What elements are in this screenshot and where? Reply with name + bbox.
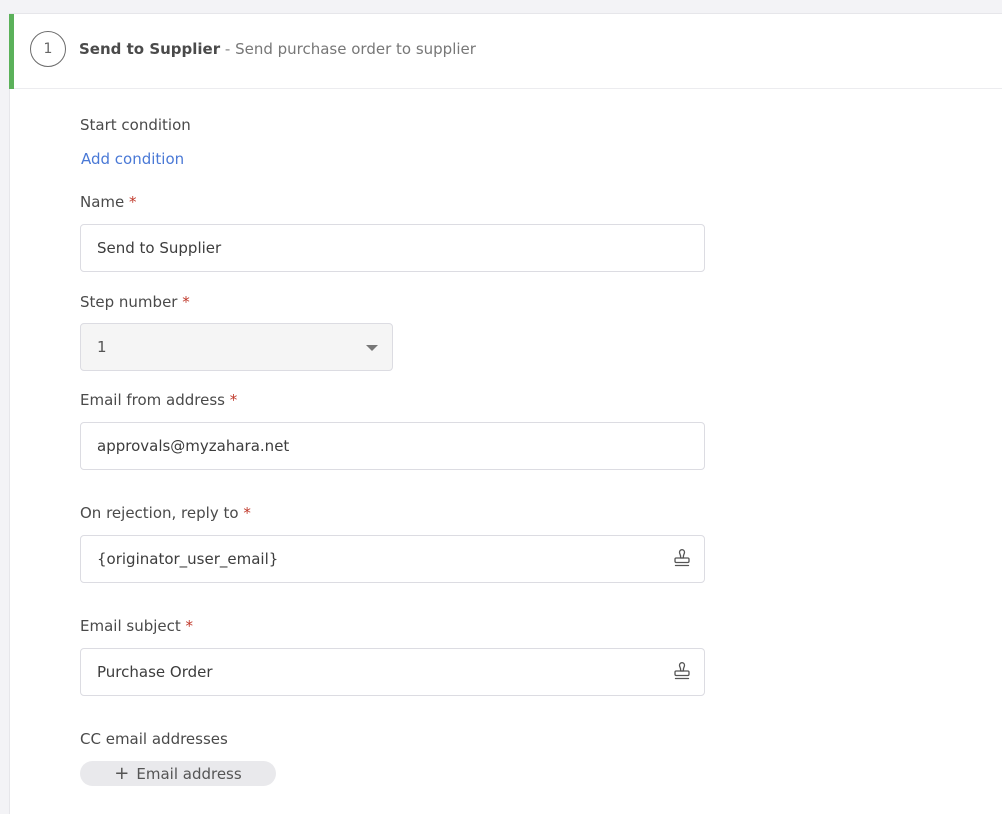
cc-email-label: CC email addresses (80, 730, 228, 748)
required-marker: * (185, 617, 194, 635)
step-number-badge: 1 (30, 31, 66, 67)
step-name: Send to Supplier (79, 40, 221, 58)
step-number-label-text: Step number (80, 293, 178, 311)
step-number-select-value: 1 (97, 338, 107, 356)
add-email-address-label: Email address (136, 764, 242, 783)
step-accent-bar (9, 14, 14, 89)
name-input-value: Send to Supplier (97, 239, 222, 257)
add-email-address-button[interactable]: + Email address (80, 761, 276, 786)
email-subject-input-value: Purchase Order (97, 663, 213, 681)
required-marker: * (229, 391, 238, 409)
step-number-label: Step number * (80, 293, 190, 311)
email-subject-label: Email subject * (80, 617, 193, 635)
email-subject-input[interactable]: Purchase Order (80, 648, 705, 696)
plus-icon: + (114, 762, 130, 784)
name-input[interactable]: Send to Supplier (80, 224, 705, 272)
reply-to-label: On rejection, reply to * (80, 504, 251, 522)
chevron-down-icon (366, 345, 378, 351)
step-title: Send to Supplier - Send purchase order t… (79, 40, 476, 58)
reply-to-input-value: {originator_user_email} (97, 550, 279, 568)
required-marker: * (243, 504, 251, 522)
email-subject-label-text: Email subject (80, 617, 181, 635)
add-condition-link[interactable]: Add condition (81, 150, 184, 168)
email-from-input[interactable]: approvals@myzahara.net (80, 422, 705, 470)
reply-to-label-text: On rejection, reply to (80, 504, 239, 522)
email-from-label-text: Email from address (80, 391, 225, 409)
step-number-select[interactable]: 1 (80, 323, 393, 371)
email-from-input-value: approvals@myzahara.net (97, 437, 290, 455)
required-marker: * (129, 193, 137, 211)
step-header[interactable]: 1 Send to Supplier - Send purchase order… (9, 14, 1002, 89)
step-title-separator: - (220, 40, 236, 58)
start-condition-label: Start condition (80, 116, 191, 134)
email-from-label: Email from address * (80, 391, 237, 409)
step-description: Send purchase order to supplier (235, 40, 476, 58)
name-label-text: Name (80, 193, 125, 211)
name-label: Name * (80, 193, 137, 211)
reply-to-input[interactable]: {originator_user_email} (80, 535, 705, 583)
stamp-icon[interactable] (672, 549, 692, 569)
stamp-icon[interactable] (672, 662, 692, 682)
required-marker: * (182, 293, 190, 311)
